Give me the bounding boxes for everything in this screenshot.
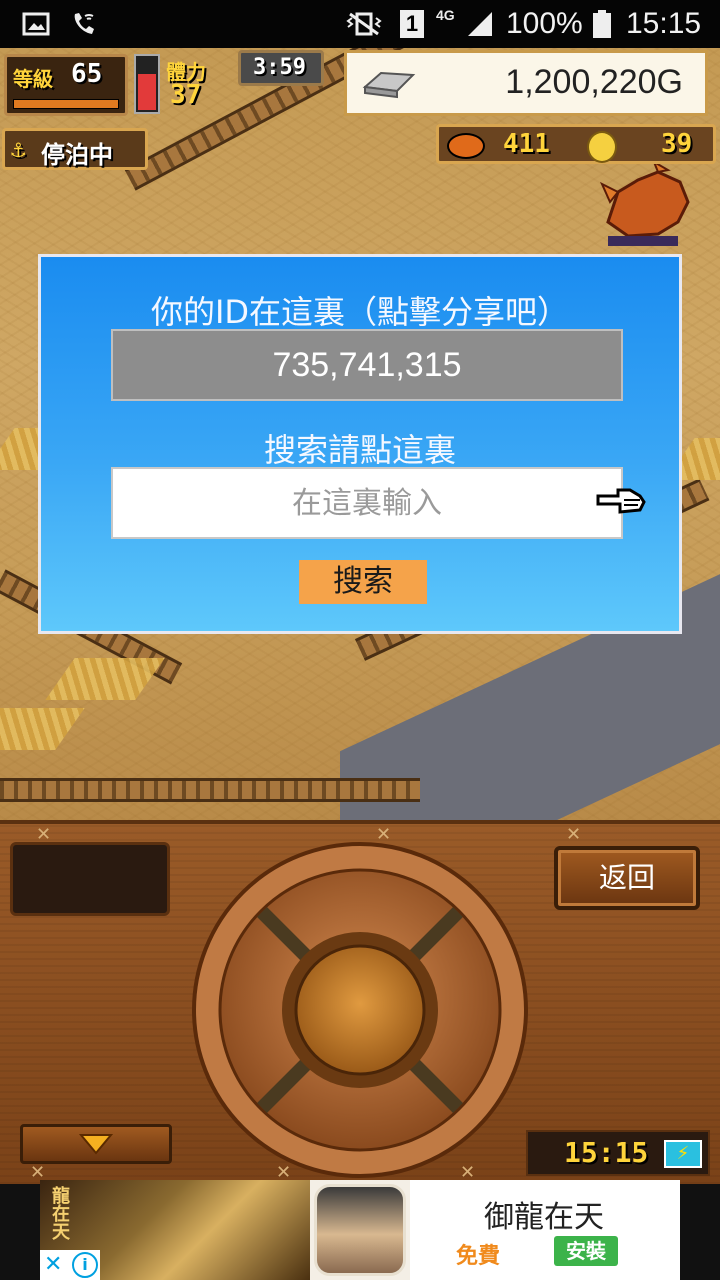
search-input[interactable] bbox=[111, 467, 623, 539]
docked-label: 停泊中 bbox=[41, 141, 113, 169]
gold-panel: 1,200,220G bbox=[344, 50, 708, 116]
clock: 15:15 bbox=[626, 7, 702, 40]
panel-clock-time: 15:15 bbox=[564, 1136, 649, 1169]
pointing-hand-icon bbox=[596, 488, 646, 514]
ad-app-icon bbox=[310, 1180, 410, 1280]
id-share-dialog: 你的ID在這裏（點擊分享吧） 735,741,315 搜索請點這裏 搜索 bbox=[38, 254, 682, 634]
gold-amount: 1,200,220G bbox=[505, 63, 683, 101]
cargo-mat bbox=[0, 708, 85, 750]
image-icon bbox=[22, 12, 50, 36]
install-button[interactable]: 安裝 bbox=[554, 1236, 618, 1266]
timer-panel: 3:59 bbox=[238, 50, 324, 86]
signal-icon bbox=[468, 12, 492, 36]
charging-battery-icon: ⚡ bbox=[664, 1140, 702, 1168]
fish-icon bbox=[447, 133, 485, 159]
battery-percent: 100% bbox=[506, 7, 583, 40]
down-arrow-icon bbox=[79, 1134, 113, 1155]
id-label: 你的ID在這裏（點擊分享吧） bbox=[150, 293, 570, 331]
fish-count: 411 bbox=[503, 129, 550, 159]
info-screen bbox=[10, 842, 170, 916]
level-value: 65 bbox=[71, 59, 103, 89]
resource-panel: 411 39 bbox=[436, 124, 716, 164]
game-app-icon bbox=[314, 1184, 406, 1276]
search-label: 搜索請點這裏 bbox=[263, 431, 456, 469]
ad-logo: 龍在天 bbox=[49, 1186, 70, 1240]
ad-free-label: 免費 bbox=[456, 1244, 501, 1269]
stamina-timer: 3:59 bbox=[253, 55, 306, 80]
control-panel: ✕ ✕ ✕ ✕ ✕ ✕ 返回 15:15 ⚡ bbox=[0, 820, 720, 1184]
xp-bar bbox=[13, 99, 119, 109]
battery-icon bbox=[593, 10, 611, 38]
silver-bar-icon bbox=[362, 71, 416, 99]
stamina-value: 37 bbox=[170, 80, 202, 110]
dpad[interactable] bbox=[190, 840, 530, 1180]
vibrate-icon bbox=[346, 12, 382, 36]
panel-clock: 15:15 ⚡ bbox=[526, 1130, 710, 1176]
cargo-mat bbox=[45, 658, 165, 700]
close-icon[interactable]: ✕ bbox=[44, 1252, 62, 1277]
scroll-down-button[interactable] bbox=[20, 1124, 172, 1164]
info-icon[interactable]: i bbox=[72, 1252, 98, 1278]
stamina-gauge bbox=[134, 54, 160, 114]
ad-banner[interactable]: 龍在天 ✕ i 御龍在天 免費 安裝 bbox=[40, 1180, 680, 1280]
level-label: 等級 bbox=[13, 67, 53, 91]
back-button[interactable]: 返回 bbox=[554, 846, 700, 910]
wifi-call-icon bbox=[74, 13, 94, 34]
ad-title: 御龍在天 bbox=[484, 1200, 604, 1235]
creature-sprite[interactable] bbox=[588, 162, 698, 252]
anchor-icon: ⚓ bbox=[11, 135, 26, 163]
coin-count: 39 bbox=[661, 129, 693, 159]
player-id-field[interactable]: 735,741,315 bbox=[111, 329, 623, 401]
status-bar: 1 4G 100% 15:15 bbox=[0, 0, 720, 48]
search-button[interactable]: 搜索 bbox=[299, 560, 427, 604]
dock-rail bbox=[0, 778, 420, 802]
sim-icon: 1 bbox=[400, 10, 424, 38]
ad-controls: ✕ i bbox=[40, 1250, 100, 1280]
level-panel: 等級 65 bbox=[4, 54, 128, 116]
coin-icon bbox=[587, 131, 617, 163]
network-type: 4G bbox=[436, 7, 455, 23]
docked-badge[interactable]: ⚓ 停泊中 bbox=[2, 128, 148, 170]
